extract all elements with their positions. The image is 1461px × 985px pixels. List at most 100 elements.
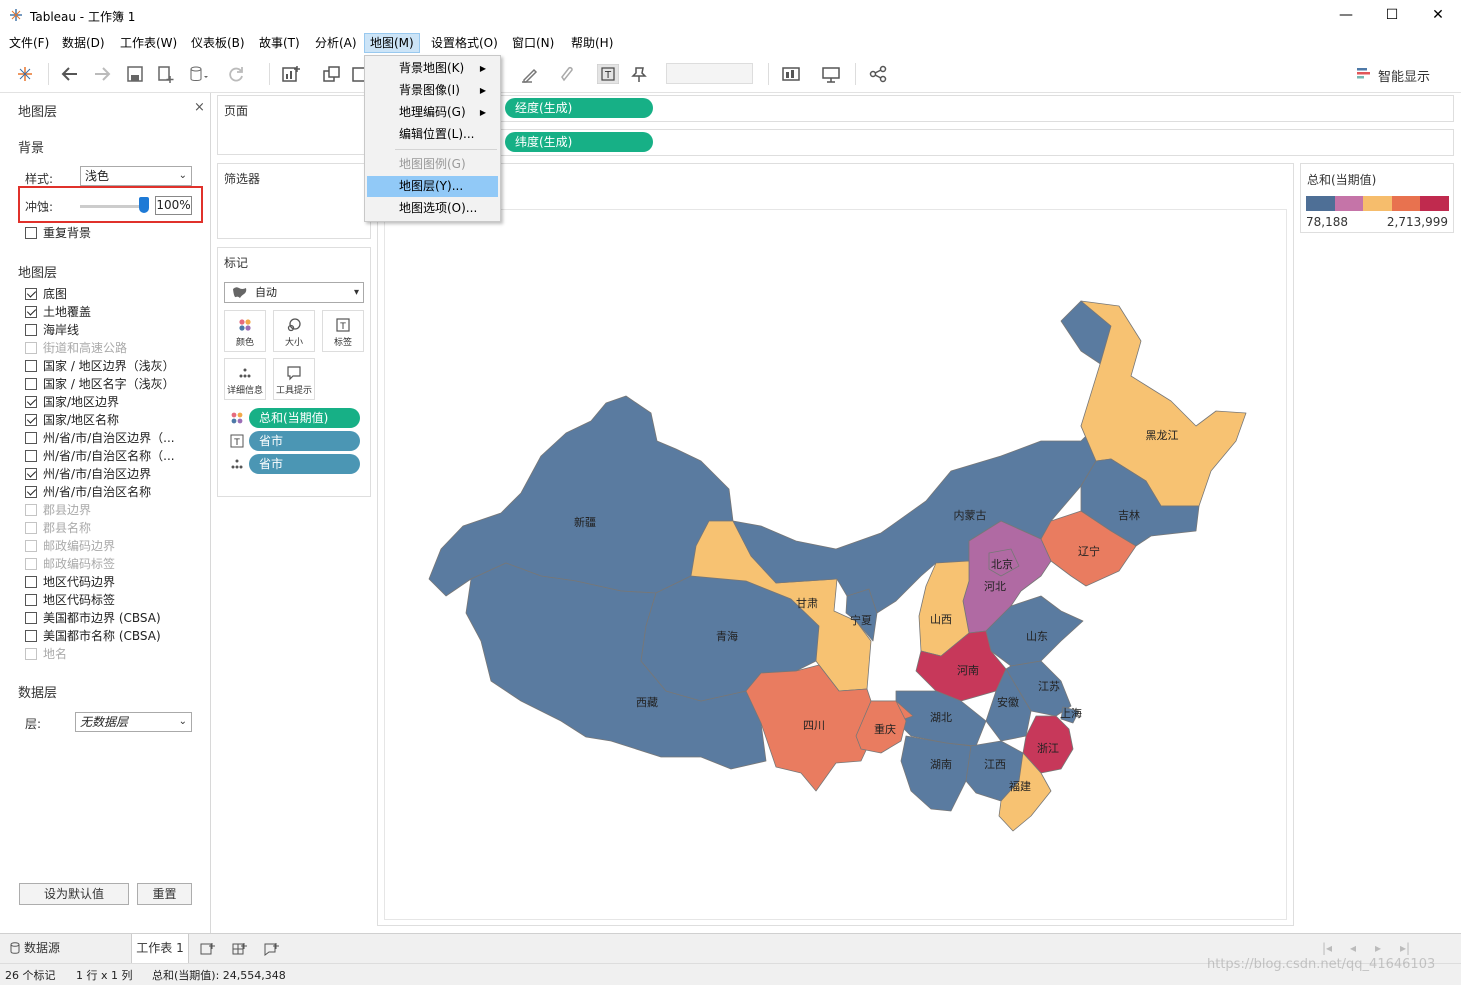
data-layer-select[interactable]: 无数据层 ⌄ xyxy=(75,712,192,732)
detail-field-pill[interactable]: 省市 xyxy=(249,454,360,474)
wash-percent-input[interactable]: 100% xyxy=(155,196,192,215)
checkbox-box xyxy=(25,540,37,552)
china-choropleth-map[interactable]: 新疆 西藏 青海 甘肃 宁夏 内蒙古 黑龙江 吉林 辽宁 北京 河北 山西 山东… xyxy=(385,210,1288,921)
set-default-button[interactable]: 设为默认值 xyxy=(19,883,129,905)
menu-item-edit-locations[interactable]: 编辑位置(L)... xyxy=(367,124,498,145)
layer-label: 邮政编码边界 xyxy=(43,539,116,553)
layer-checkbox[interactable]: 国家/地区边界 xyxy=(25,393,119,411)
style-select[interactable]: 浅色 ⌄ xyxy=(80,166,192,186)
size-mark-button[interactable]: 大小 xyxy=(273,310,315,352)
latitude-pill[interactable]: 纬度(生成) xyxy=(505,132,653,152)
menu-item-map-options[interactable]: 地图选项(O)... xyxy=(367,198,498,219)
layer-label: 州/省/市/自治区名称（... xyxy=(43,449,175,463)
datasource-menu-icon[interactable] xyxy=(186,64,208,84)
label-mark-button[interactable]: T 标签 xyxy=(322,310,364,352)
layer-checkbox[interactable]: 州/省/市/自治区边界 xyxy=(25,465,151,483)
worksheet-tab[interactable]: 工作表 1 xyxy=(131,934,189,963)
close-panel-icon[interactable]: × xyxy=(194,100,205,115)
share-icon[interactable] xyxy=(867,64,889,84)
layer-checkbox[interactable]: 美国都市名称 (CBSA) xyxy=(25,627,161,645)
layer-checkbox[interactable]: 土地覆盖 xyxy=(25,303,91,321)
layer-checkbox[interactable]: 国家 / 地区名字（浅灰） xyxy=(25,375,175,393)
fit-dropdown[interactable] xyxy=(666,63,753,84)
layer-checkbox[interactable]: 地区代码边界 xyxy=(25,573,115,591)
annotate-icon[interactable] xyxy=(556,64,578,84)
refresh-icon[interactable] xyxy=(225,64,247,84)
menu-item-background-image[interactable]: 背景图像(I) ▶ xyxy=(367,80,498,101)
maximize-button[interactable]: ☐ xyxy=(1369,0,1415,31)
layer-label: 地区代码标签 xyxy=(43,593,116,607)
wash-slider-handle[interactable] xyxy=(139,197,149,213)
tableau-home-icon[interactable] xyxy=(14,64,36,84)
new-worksheet-tab-icon[interactable] xyxy=(200,941,216,957)
menu-dashboard[interactable]: 仪表板(B) xyxy=(186,33,250,53)
fit-view-icon[interactable] xyxy=(780,64,802,84)
menu-item-geocoding[interactable]: 地理编码(G) ▶ xyxy=(367,102,498,123)
checkbox-box xyxy=(25,576,37,588)
label-field-pill[interactable]: 省市 xyxy=(249,431,360,451)
duplicate-sheet-icon[interactable] xyxy=(321,64,343,84)
tooltip-mark-button[interactable]: 工具提示 xyxy=(273,358,315,400)
undo-icon[interactable] xyxy=(59,64,81,84)
layer-checkbox[interactable]: 州/省/市/自治区名称 xyxy=(25,483,151,501)
wash-slider-track[interactable] xyxy=(80,205,148,208)
menu-window[interactable]: 窗口(N) xyxy=(507,33,559,53)
layer-label: 国家 / 地区边界（浅灰） xyxy=(43,359,175,373)
redo-icon[interactable] xyxy=(91,64,113,84)
reset-button[interactable]: 重置 xyxy=(137,883,192,905)
save-icon[interactable] xyxy=(124,64,146,84)
color-field-pill[interactable]: 总和(当期值) xyxy=(249,408,360,428)
layer-checkbox[interactable]: 国家/地区名称 xyxy=(25,411,119,429)
svg-text:T: T xyxy=(339,322,346,332)
checkbox-box xyxy=(25,648,37,660)
map-dropdown-menu: 背景地图(K) ▶ 背景图像(I) ▶ 地理编码(G) ▶ 编辑位置(L)... 地图… xyxy=(364,55,501,222)
pages-card[interactable]: 页面 xyxy=(217,95,371,155)
repeat-background-checkbox[interactable]: 重复背景 xyxy=(25,224,91,242)
toolbar-separator xyxy=(269,63,270,85)
new-dashboard-tab-icon[interactable] xyxy=(232,941,248,957)
map-label: 重庆 xyxy=(874,722,896,736)
region-xinjiang[interactable] xyxy=(428,395,734,597)
menu-file[interactable]: 文件(F) xyxy=(4,33,54,53)
new-story-tab-icon[interactable] xyxy=(264,941,280,957)
menu-item-map-layers[interactable]: 地图层(Y)... xyxy=(367,176,498,197)
layer-checkbox[interactable]: 国家 / 地区边界（浅灰） xyxy=(25,357,175,375)
checkbox-box xyxy=(25,522,37,534)
color-legend[interactable]: 总和(当期值) 78,188 2,713,999 xyxy=(1300,163,1454,233)
new-datasource-icon[interactable] xyxy=(155,64,177,84)
color-mark-button[interactable]: 颜色 xyxy=(224,310,266,352)
presentation-icon[interactable] xyxy=(820,64,842,84)
detail-icon xyxy=(239,368,251,378)
legend-swatch xyxy=(1334,196,1364,211)
map-view[interactable]: 新疆 西藏 青海 甘肃 宁夏 内蒙古 黑龙江 吉林 辽宁 北京 河北 山西 山东… xyxy=(384,209,1287,920)
layer-checkbox[interactable]: 州/省/市/自治区边界（... xyxy=(25,429,175,447)
menu-analysis[interactable]: 分析(A) xyxy=(310,33,362,53)
pin-icon[interactable] xyxy=(628,64,650,84)
show-labels-icon[interactable]: T xyxy=(597,64,619,84)
title-bar: Tableau - 工作簿 1 — ☐ ✕ xyxy=(0,0,1461,31)
menu-story[interactable]: 故事(T) xyxy=(254,33,305,53)
filters-card[interactable]: 筛选器 xyxy=(217,163,371,239)
detail-mark-button[interactable]: 详细信息 xyxy=(224,358,266,400)
layer-checkbox[interactable]: 海岸线 xyxy=(25,321,79,339)
new-worksheet-icon[interactable] xyxy=(280,64,302,84)
menu-map[interactable]: 地图(M) xyxy=(364,33,420,53)
layer-label: 州/省/市/自治区边界 xyxy=(43,467,152,481)
layer-checkbox[interactable]: 地区代码标签 xyxy=(25,591,115,609)
close-window-button[interactable]: ✕ xyxy=(1415,0,1461,31)
menu-data[interactable]: 数据(D) xyxy=(57,33,110,53)
minimize-button[interactable]: — xyxy=(1323,0,1369,31)
highlight-icon[interactable] xyxy=(518,64,540,84)
layer-checkbox[interactable]: 州/省/市/自治区名称（... xyxy=(25,447,175,465)
region-hunan[interactable] xyxy=(900,735,972,812)
menu-help[interactable]: 帮助(H) xyxy=(566,33,618,53)
menu-item-background-map[interactable]: 背景地图(K) ▶ xyxy=(367,58,498,79)
smart-show-button[interactable]: 智能显示 xyxy=(1378,66,1430,85)
pages-title: 页面 xyxy=(224,104,249,118)
layer-checkbox[interactable]: 美国都市边界 (CBSA) xyxy=(25,609,161,627)
menu-worksheet[interactable]: 工作表(W) xyxy=(115,33,182,53)
datasource-tab[interactable]: 数据源 xyxy=(10,934,60,963)
menu-format[interactable]: 设置格式(O) xyxy=(426,33,503,53)
layer-checkbox[interactable]: 底图 xyxy=(25,285,67,303)
longitude-pill[interactable]: 经度(生成) xyxy=(505,98,653,118)
